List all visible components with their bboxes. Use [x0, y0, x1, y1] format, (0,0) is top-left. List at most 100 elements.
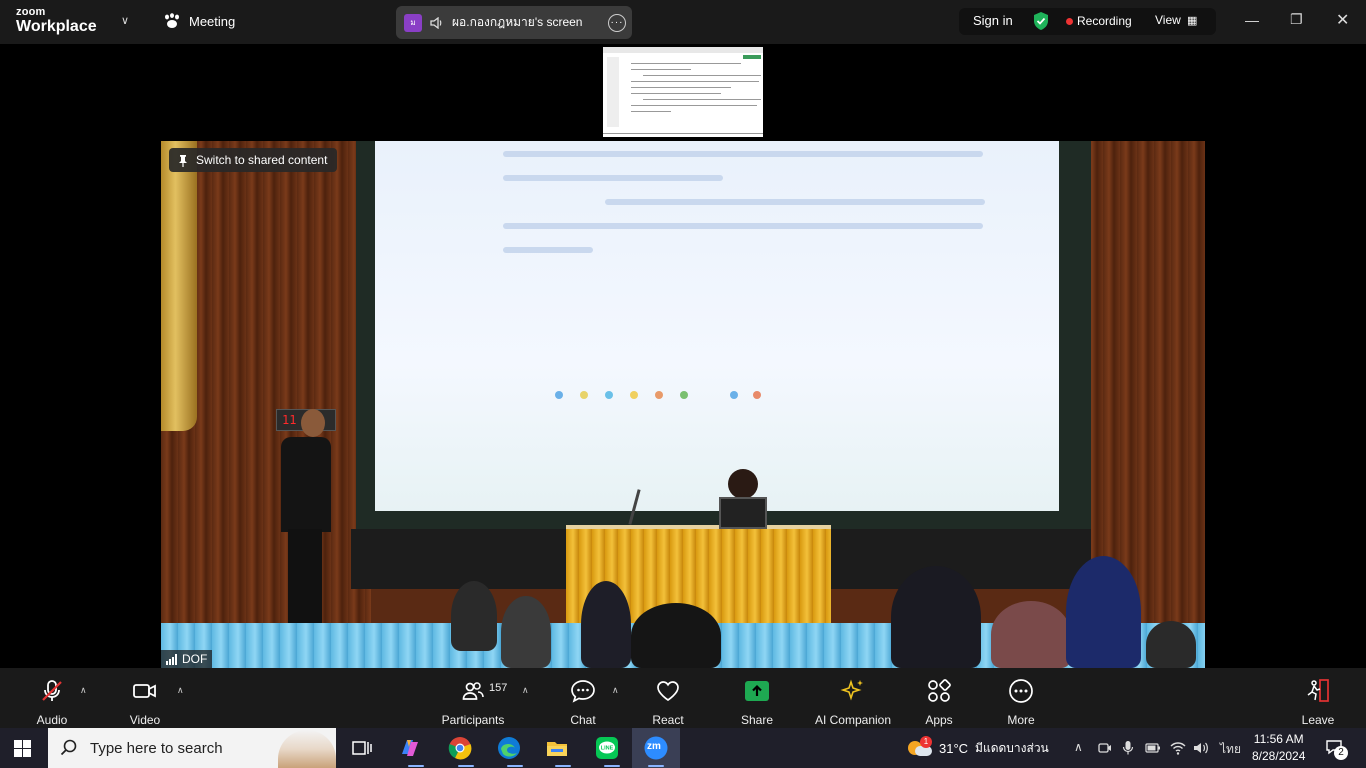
chrome-icon[interactable]	[448, 736, 472, 760]
weather-text: มีแดดบางส่วน	[975, 740, 1049, 755]
file-explorer-icon[interactable]	[545, 736, 569, 760]
sign-in-button[interactable]: Sign in	[973, 13, 1013, 28]
projection-screen	[375, 141, 1059, 511]
speaker-body	[281, 437, 331, 532]
header-right-group: Sign in Recording View ▦	[959, 8, 1216, 35]
pin-icon	[179, 154, 187, 167]
video-label: Video	[129, 713, 161, 727]
audience-member	[1066, 556, 1141, 668]
participant-video[interactable]: 11 0	[161, 141, 1205, 668]
projected-icon	[655, 391, 663, 399]
mic-muted-icon	[42, 680, 62, 701]
video-camera-icon	[133, 684, 156, 698]
recording-dot-icon	[1066, 18, 1073, 25]
title-bar: zoom Workplace ∨ Meeting ม ผอ.กองกฎหมาย'…	[0, 0, 1366, 44]
audience-member	[891, 566, 981, 668]
share-screen-icon	[745, 681, 769, 701]
audio-options-caret-icon[interactable]: ∧	[80, 685, 87, 696]
windows-start-icon[interactable]	[14, 740, 31, 757]
more-button[interactable]: More	[1003, 678, 1039, 727]
shield-icon[interactable]	[1032, 11, 1050, 31]
participants-icon	[462, 682, 484, 700]
logo-top: zoom	[16, 6, 46, 18]
audience-member	[501, 596, 551, 668]
thumbnail-text-line	[631, 63, 741, 64]
projected-text-line	[503, 151, 983, 157]
chat-options-caret-icon[interactable]: ∧	[612, 685, 619, 696]
chat-bubble-icon	[571, 680, 595, 703]
weather-widget[interactable]: 1 31°C มีแดดบางส่วน	[908, 736, 1049, 758]
weather-badge: 1	[920, 736, 932, 748]
more-label: More	[1007, 713, 1035, 727]
video-options-caret-icon[interactable]: ∧	[177, 685, 184, 696]
chevron-down-icon[interactable]: ∨	[121, 14, 129, 27]
leave-button[interactable]: Leave	[1300, 678, 1336, 727]
video-button[interactable]: Video	[124, 678, 166, 727]
view-button[interactable]: View	[1155, 13, 1181, 27]
apps-button[interactable]: Apps	[920, 678, 958, 727]
leave-door-icon	[1307, 679, 1329, 702]
minimize-icon[interactable]: —	[1245, 12, 1259, 28]
audience-member	[631, 603, 721, 668]
thumbnail-text-line	[631, 87, 731, 88]
projected-text-line	[503, 175, 723, 181]
ai-companion-button[interactable]: AI Companion	[812, 678, 894, 727]
show-hidden-icons-icon[interactable]: ∧	[1074, 740, 1083, 754]
projected-icon	[730, 391, 738, 399]
thumbnail-status-line	[603, 133, 763, 134]
grid-view-icon[interactable]: ▦	[1187, 14, 1197, 27]
chat-label: Chat	[570, 713, 596, 727]
participants-options-caret-icon[interactable]: ∧	[522, 685, 529, 696]
thumbnail-text-line	[631, 69, 691, 70]
switch-label: Switch to shared content	[196, 153, 328, 167]
thumbnail-text-line	[631, 111, 671, 112]
windows-taskbar: Type here to search LINE zm 1 31°C มีแดด…	[0, 728, 1366, 768]
copilot-icon[interactable]	[398, 736, 422, 760]
task-view-icon[interactable]	[350, 736, 374, 760]
thumbnail-button	[743, 55, 761, 59]
language-indicator[interactable]: ไทย	[1220, 740, 1241, 759]
meet-now-icon[interactable]	[1098, 741, 1112, 755]
presenter-name: ผอ.กองกฎหมาย's screen	[452, 15, 583, 29]
temperature: 31°C	[939, 740, 969, 756]
projected-text-line	[503, 223, 983, 229]
projected-icon	[630, 391, 638, 399]
recording-label[interactable]: Recording	[1077, 14, 1132, 28]
audio-button[interactable]: Audio	[32, 678, 72, 727]
battery-icon[interactable]	[1145, 741, 1161, 755]
projected-icon	[680, 391, 688, 399]
shared-screen-thumbnail[interactable]	[603, 47, 763, 137]
signal-strength-icon	[166, 653, 177, 665]
microphone-tray-icon[interactable]	[1122, 740, 1134, 756]
share-button[interactable]: Share	[738, 678, 776, 727]
restore-icon[interactable]: ❐	[1290, 11, 1303, 28]
taskbar-search-box[interactable]: Type here to search	[48, 728, 336, 768]
participant-name-badge: DOF	[161, 650, 213, 668]
switch-to-shared-content-button[interactable]: Switch to shared content	[169, 148, 338, 172]
thumbnail-text-line	[631, 93, 721, 94]
notification-center-button[interactable]: 2	[1325, 738, 1348, 763]
more-options-icon[interactable]: ···	[608, 13, 626, 32]
zoom-logo: zoom Workplace	[16, 7, 97, 35]
wifi-icon[interactable]	[1170, 740, 1186, 756]
clock-time: 11:56 AM	[1253, 732, 1304, 746]
search-highlight-image	[278, 730, 336, 768]
svg-text:LINE: LINE	[601, 746, 614, 752]
share-label: Share	[740, 713, 774, 727]
projected-icon	[580, 391, 588, 399]
system-clock[interactable]: 11:56 AM 8/28/2024	[1252, 731, 1305, 765]
screen-share-indicator[interactable]: ม ผอ.กองกฎหมาย's screen ···	[396, 6, 632, 39]
close-icon[interactable]: ✕	[1336, 10, 1349, 30]
running-indicator	[408, 765, 424, 767]
running-indicator	[648, 765, 664, 767]
meeting-info-button[interactable]: Meeting	[163, 13, 235, 29]
chat-button[interactable]: Chat	[564, 678, 602, 727]
zoom-taskbar-slot[interactable]: zm	[632, 728, 680, 768]
running-indicator	[458, 765, 474, 767]
presenter-seated	[728, 469, 758, 499]
volume-icon[interactable]	[1193, 740, 1209, 756]
sparkle-icon	[840, 679, 863, 701]
line-app-icon[interactable]: LINE	[595, 736, 619, 760]
react-button[interactable]: React	[648, 678, 688, 727]
edge-icon[interactable]	[497, 736, 521, 760]
